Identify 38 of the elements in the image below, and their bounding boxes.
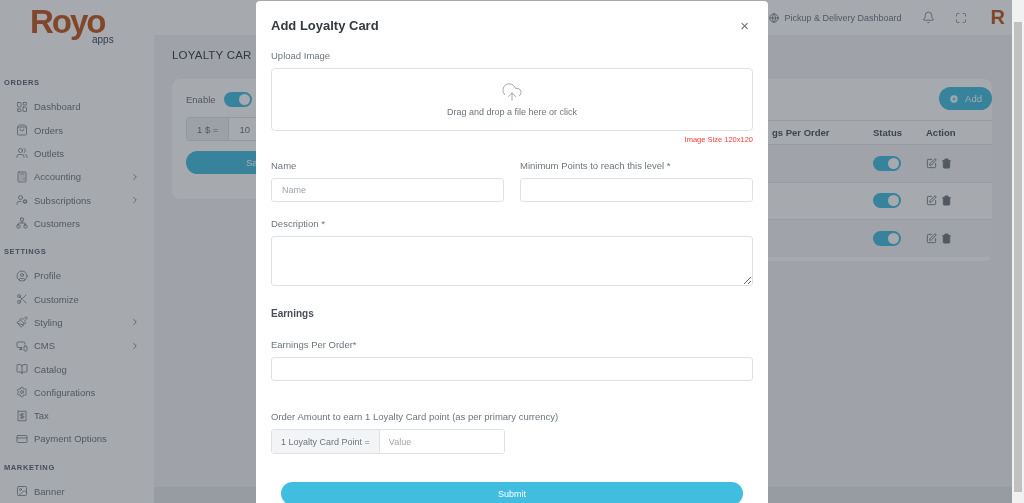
sidebar-item[interactable]: Payment Options	[0, 427, 154, 451]
field-label: Minimum Points to reach this level *	[520, 159, 672, 171]
sidebar-item[interactable]: Outlets	[0, 141, 154, 166]
sidebar-item[interactable]: Orders	[0, 118, 154, 142]
logo-wordmark: Royo	[30, 5, 105, 39]
enable-label: Enable	[186, 94, 216, 105]
field-label: Description *	[271, 217, 326, 229]
upload-dropzone[interactable]: Drag and drop a file here or click	[271, 68, 753, 131]
sidebar-item[interactable]: Styling	[0, 310, 154, 334]
sidebar-item[interactable]: Subscriptions	[0, 188, 154, 212]
sidebar-item[interactable]: Customers	[0, 211, 154, 236]
sidebar-item[interactable]: Dashboard	[0, 95, 154, 119]
submit-button[interactable]: Submit	[281, 482, 743, 503]
column-header: gs Per Order	[771, 127, 831, 138]
sidebar-item[interactable]: Catalog	[0, 357, 154, 381]
field-label: Earnings Per Order*	[271, 339, 358, 351]
sidebar-item[interactable]: Configurations	[0, 380, 154, 404]
avatar[interactable]: R	[990, 6, 1005, 29]
add-button[interactable]: Add	[939, 87, 992, 110]
sidebar-item[interactable]: Tax	[0, 404, 154, 428]
amount-field[interactable]: 1 Loyalty Card Point = Value	[271, 429, 505, 455]
modal-title: Add Loyalty Card	[271, 18, 379, 33]
field-label: Upload Image	[271, 50, 332, 61]
close-button[interactable]: ×	[736, 17, 753, 34]
page-title: LOYALTY CAR	[172, 49, 252, 61]
name-field[interactable]: Name	[271, 177, 504, 202]
field-label: Order Amount to earn 1 Loyalty Card point (as per primary currency)	[271, 411, 560, 423]
sidebar-item[interactable]: CMS	[0, 334, 154, 358]
field-label: Name	[271, 159, 298, 171]
sidebar-item[interactable]: Customize	[0, 287, 154, 311]
sidebar-item[interactable]: Profile	[0, 264, 154, 288]
column-header: Action	[926, 127, 957, 138]
column-header: Status	[873, 127, 904, 138]
section-heading: Earnings	[271, 308, 315, 320]
sidebar-item[interactable]: Banner	[0, 479, 154, 503]
dropzone-text: Drag and drop a file here or click	[446, 107, 578, 118]
sidebar-item[interactable]: Accounting	[0, 165, 154, 189]
dashboard-link[interactable]: Pickup & Delivery Dashboard	[769, 12, 902, 23]
